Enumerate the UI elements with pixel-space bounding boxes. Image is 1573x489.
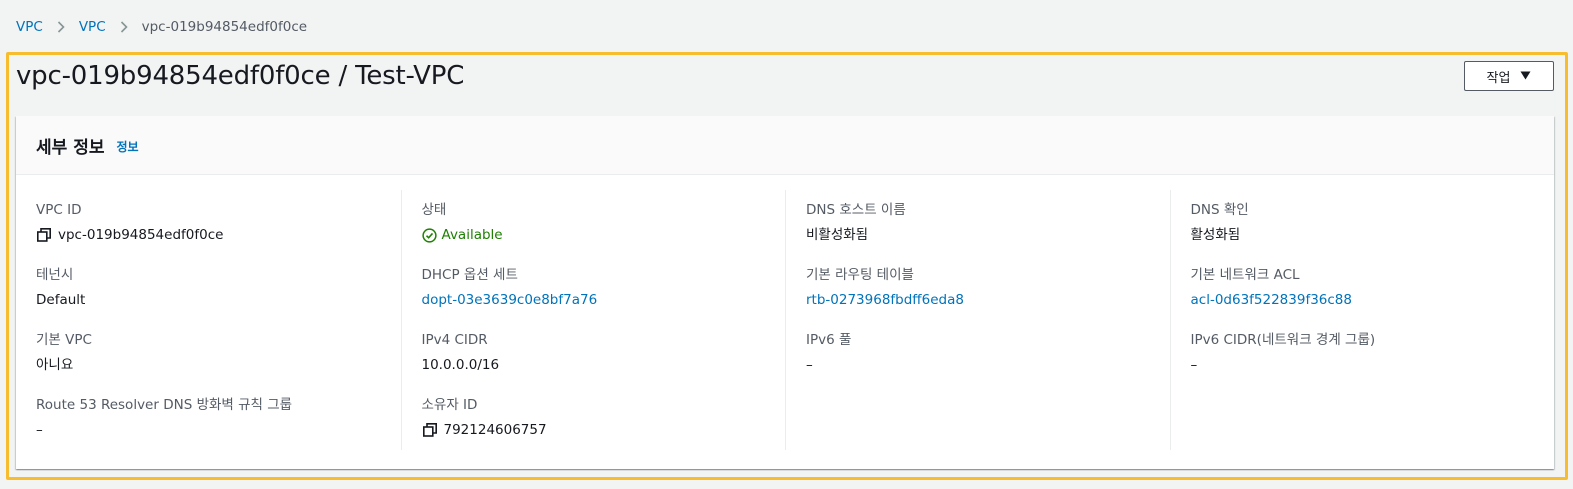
details-column-2: 상태 Available DHCP 옵션 세트 dopt-03e3639c0e8… bbox=[400, 190, 786, 450]
field-label: 기본 라우팅 테이블 bbox=[806, 267, 914, 283]
field-value: – bbox=[806, 357, 813, 373]
details-column-4: DNS 확인 활성화됨 기본 네트워크 ACL acl-0d63f522839f… bbox=[1169, 190, 1555, 450]
field-label: 테넌시 bbox=[36, 267, 74, 283]
field-value: 활성화됨 bbox=[1190, 227, 1241, 243]
dhcp-options-link[interactable]: dopt-03e3639c0e8bf7a76 bbox=[422, 290, 598, 310]
field-label: IPv6 풀 bbox=[806, 332, 852, 348]
breadcrumb-link-vpcs[interactable]: VPC bbox=[79, 19, 106, 35]
breadcrumb-link-vpc-service[interactable]: VPC bbox=[16, 19, 43, 35]
field-label: IPv4 CIDR bbox=[421, 332, 488, 348]
field-label: Route 53 Resolver DNS 방화벽 규칙 그룹 bbox=[36, 397, 293, 413]
field-main-route-table: 기본 라우팅 테이블 rtb-0273968fbdff6eda8 bbox=[806, 265, 964, 310]
copy-icon[interactable] bbox=[422, 423, 437, 437]
field-label: DNS 확인 bbox=[1190, 202, 1249, 218]
field-label: 소유자 ID bbox=[421, 397, 478, 413]
panel-title: 세부 정보 bbox=[36, 137, 105, 158]
details-column-3: DNS 호스트 이름 비활성화됨 기본 라우팅 테이블 rtb-0273968f… bbox=[785, 190, 1170, 450]
field-owner-id: 소유자 ID 792124606757 bbox=[422, 395, 547, 440]
field-value: 비활성화됨 bbox=[806, 227, 869, 243]
caret-down-icon bbox=[1520, 70, 1531, 83]
breadcrumb-current: vpc-019b94854edf0f0ce bbox=[141, 19, 308, 35]
route-table-link[interactable]: rtb-0273968fbdff6eda8 bbox=[806, 290, 964, 310]
field-value: – bbox=[1190, 357, 1198, 373]
field-label: 상태 bbox=[421, 202, 447, 218]
field-label: DNS 호스트 이름 bbox=[806, 202, 906, 218]
network-acl-link[interactable]: acl-0d63f522839f36c88 bbox=[1191, 290, 1352, 310]
field-tenancy: 테넌시 Default bbox=[36, 265, 85, 310]
details-panel: 세부 정보 정보 VPC ID vpc-019b94854edf0f0ce 테넌… bbox=[16, 116, 1554, 469]
panel-header: 세부 정보 정보 bbox=[16, 116, 1554, 175]
field-value: 10.0.0.0/16 bbox=[421, 357, 500, 373]
breadcrumb: VPC VPC vpc-019b94854edf0f0ce bbox=[16, 17, 307, 37]
field-value: – bbox=[36, 422, 43, 438]
field-value: Default bbox=[36, 292, 86, 308]
copy-icon[interactable] bbox=[37, 228, 51, 242]
field-label: DHCP 옵션 세트 bbox=[421, 267, 518, 283]
chevron-right-icon bbox=[120, 21, 128, 33]
field-label: 기본 VPC bbox=[36, 332, 92, 348]
field-vpc-id: VPC ID vpc-019b94854edf0f0ce bbox=[36, 200, 223, 245]
info-link[interactable]: 정보 bbox=[116, 138, 138, 155]
field-ipv6-pool: IPv6 풀 – bbox=[806, 330, 851, 375]
field-dns-firewall-rule-groups: Route 53 Resolver DNS 방화벽 규칙 그룹 – bbox=[36, 395, 292, 440]
status-value: Available bbox=[441, 227, 503, 243]
chevron-right-icon bbox=[57, 21, 65, 33]
field-label: 기본 네트워크 ACL bbox=[1190, 267, 1300, 283]
field-value: 792124606757 bbox=[443, 422, 547, 438]
field-value: vpc-019b94854edf0f0ce bbox=[58, 227, 224, 243]
field-dns-resolution: DNS 확인 활성화됨 bbox=[1191, 200, 1249, 245]
field-label: VPC ID bbox=[36, 202, 82, 218]
field-default-vpc: 기본 VPC 아니요 bbox=[36, 330, 92, 375]
check-circle-icon bbox=[421, 227, 437, 243]
field-state: 상태 Available bbox=[422, 200, 503, 245]
actions-button-label: 작업 bbox=[1486, 70, 1511, 86]
page-title: vpc-019b94854edf0f0ce / Test-VPC bbox=[16, 61, 465, 91]
field-ipv4-cidr: IPv4 CIDR 10.0.0.0/16 bbox=[422, 330, 500, 375]
field-main-network-acl: 기본 네트워크 ACL acl-0d63f522839f36c88 bbox=[1191, 265, 1352, 310]
actions-button[interactable]: 작업 bbox=[1464, 61, 1554, 91]
details-column-1: VPC ID vpc-019b94854edf0f0ce 테넌시 Default… bbox=[16, 190, 401, 450]
field-dhcp-options-set: DHCP 옵션 세트 dopt-03e3639c0e8bf7a76 bbox=[422, 265, 598, 310]
field-value: 아니요 bbox=[36, 357, 74, 373]
field-label: IPv6 CIDR(네트워크 경계 그룹) bbox=[1190, 332, 1376, 348]
field-dns-hostnames: DNS 호스트 이름 비활성화됨 bbox=[806, 200, 906, 245]
details-grid: VPC ID vpc-019b94854edf0f0ce 테넌시 Default… bbox=[16, 190, 1554, 450]
field-ipv6-cidr: IPv6 CIDR(네트워크 경계 그룹) – bbox=[1191, 330, 1376, 375]
